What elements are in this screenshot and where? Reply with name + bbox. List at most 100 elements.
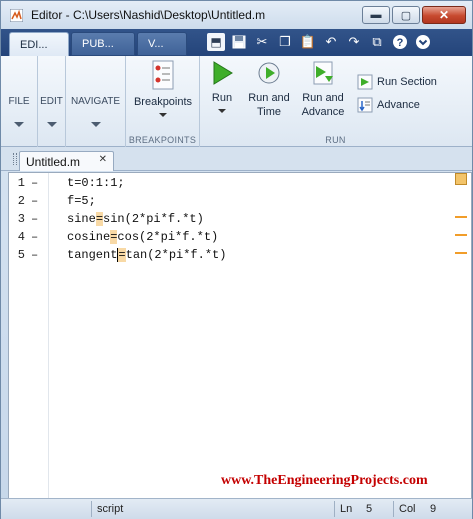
run-section-icon bbox=[357, 74, 373, 90]
code-text: cosine=cos(2*pi*f.*t) bbox=[67, 228, 218, 246]
warning-marker[interactable] bbox=[455, 252, 467, 254]
maximize-button[interactable]: ▢ bbox=[392, 6, 420, 24]
save-icon[interactable] bbox=[230, 33, 248, 51]
document-tab-label: Untitled.m bbox=[26, 154, 81, 169]
code-token: cosine bbox=[67, 230, 111, 244]
advance-button[interactable]: Advance bbox=[357, 97, 420, 113]
navigate-section[interactable]: NAVIGATE bbox=[66, 56, 126, 147]
run-and-advance-icon bbox=[313, 61, 333, 85]
options-icon[interactable] bbox=[414, 33, 432, 51]
cut-icon[interactable]: ✂ bbox=[253, 33, 271, 51]
close-icon[interactable]: ✕ bbox=[99, 154, 107, 165]
run-icon bbox=[213, 61, 233, 85]
copy-icon[interactable]: ❐ bbox=[276, 33, 294, 51]
run-and-time-label: Run and Time bbox=[248, 92, 290, 118]
run-section-button[interactable]: Run Section bbox=[357, 74, 437, 90]
matlab-icon bbox=[10, 9, 23, 22]
breakpoints-section: Breakpoints BREAKPOINTS bbox=[126, 56, 200, 147]
col-value: 9 bbox=[430, 503, 437, 515]
run-and-time-icon bbox=[258, 62, 280, 84]
warning-marker[interactable] bbox=[455, 234, 467, 236]
code-line[interactable]: 1 – t=0:1:1; bbox=[9, 174, 449, 192]
code-token: tangent bbox=[67, 248, 118, 262]
breakpoint-marker[interactable]: – bbox=[31, 174, 38, 192]
breakpoints-label: Breakpoints bbox=[133, 96, 193, 108]
line-label: Ln bbox=[334, 501, 360, 517]
run-section: Run Run and Time Run and Advance RUN bbox=[200, 56, 471, 147]
file-section[interactable]: FILE bbox=[1, 56, 38, 147]
run-and-time-button[interactable]: Run and Time bbox=[244, 60, 294, 119]
close-button[interactable]: ✕ bbox=[422, 6, 466, 24]
window-controls: ▬ ▢ ✕ bbox=[362, 6, 466, 24]
code-text: tangent=tan(2*pi*f.*t) bbox=[67, 246, 226, 264]
document-tab-strip: Untitled.m ✕ bbox=[1, 147, 472, 171]
run-and-advance-label: Run and Advance bbox=[301, 92, 345, 118]
quick-access-toolbar: ⬒ ✂ ❐ 📋 ↶ ↷ ⧉ ? bbox=[201, 31, 470, 53]
line-value: 5 bbox=[366, 503, 373, 515]
message-bar bbox=[451, 173, 471, 498]
code-line[interactable]: 2 – f=5; bbox=[9, 192, 449, 210]
code-editor[interactable]: 1 – t=0:1:1; 2 – f=5; 3 – sine=sin(2*pi*… bbox=[8, 172, 472, 499]
advance-icon bbox=[357, 97, 373, 113]
svg-text:?: ? bbox=[397, 37, 404, 49]
code-line[interactable]: 4 – cosine=cos(2*pi*f.*t) bbox=[9, 228, 449, 246]
run-section-label: RUN bbox=[325, 135, 346, 145]
code-token: tan(2*pi*f.*t) bbox=[125, 248, 227, 262]
undo-icon[interactable]: ↶ bbox=[322, 33, 340, 51]
code-token: sin(2*pi*f.*t) bbox=[103, 212, 204, 226]
paste-icon[interactable]: 📋 bbox=[299, 33, 317, 51]
run-section-label-text: Run Section bbox=[377, 76, 437, 88]
warning-highlight-cursor: = bbox=[117, 248, 126, 262]
chevron-down-icon bbox=[14, 122, 24, 127]
watermark: www.TheEngineeringProjects.com bbox=[221, 473, 428, 488]
run-button[interactable]: Run bbox=[202, 60, 242, 113]
warning-marker[interactable] bbox=[455, 216, 467, 218]
warning-highlight: = bbox=[95, 212, 104, 226]
tab-publish[interactable]: PUB... bbox=[71, 32, 135, 56]
breakpoint-marker[interactable]: – bbox=[31, 192, 38, 210]
file-label: FILE bbox=[8, 96, 30, 107]
code-line[interactable]: 3 – sine=sin(2*pi*f.*t) bbox=[9, 210, 449, 228]
title-bar[interactable]: Editor - C:\Users\Nashid\Desktop\Untitle… bbox=[1, 1, 472, 29]
tab-editor[interactable]: EDI... bbox=[9, 32, 69, 56]
help-icon[interactable]: ? bbox=[391, 33, 409, 51]
tab-view[interactable]: V... bbox=[137, 32, 187, 56]
line-number: 5 bbox=[17, 248, 25, 262]
status-bar: script Ln 5 Col 9 bbox=[1, 498, 472, 519]
ribbon: FILE EDIT NAVIGATE Breakpoints BREAKPOIN… bbox=[1, 56, 472, 147]
breakpoint-marker[interactable]: – bbox=[31, 228, 38, 246]
minimize-button[interactable]: ▬ bbox=[362, 6, 390, 24]
code-text: f=5; bbox=[67, 194, 96, 208]
redo-icon[interactable]: ↷ bbox=[345, 33, 363, 51]
edit-section[interactable]: EDIT bbox=[38, 56, 66, 147]
warning-status-icon[interactable] bbox=[455, 173, 467, 185]
advance-label: Advance bbox=[377, 99, 420, 111]
breakpoint-marker[interactable]: – bbox=[31, 210, 38, 228]
code-text: t=0:1:1; bbox=[67, 176, 125, 190]
editor-window: Editor - C:\Users\Nashid\Desktop\Untitle… bbox=[0, 0, 473, 519]
file-type: script bbox=[91, 501, 331, 517]
run-and-advance-button[interactable]: Run and Advance bbox=[296, 60, 350, 119]
code-line[interactable]: 5 – tangent=tan(2*pi*f.*t) bbox=[9, 246, 449, 264]
run-label: Run bbox=[211, 92, 233, 104]
breakpoints-button[interactable]: Breakpoints bbox=[126, 60, 200, 117]
chevron-down-icon bbox=[90, 122, 101, 127]
edit-label: EDIT bbox=[40, 96, 63, 107]
chevron-down-icon bbox=[218, 109, 226, 113]
code-text: sine=sin(2*pi*f.*t) bbox=[67, 210, 204, 228]
code-token: cos(2*pi*f.*t) bbox=[117, 230, 219, 244]
ribbon-tab-bar: EDI... PUB... V... ⬒ ✂ ❐ 📋 ↶ ↷ ⧉ ? bbox=[1, 29, 472, 56]
chevron-down-icon bbox=[46, 122, 57, 127]
document-tab[interactable]: Untitled.m ✕ bbox=[19, 151, 114, 171]
navigate-label: NAVIGATE bbox=[70, 96, 121, 107]
line-number: 3 bbox=[17, 212, 25, 226]
switch-windows-icon[interactable]: ⧉ bbox=[368, 33, 386, 51]
line-number: 4 bbox=[17, 230, 25, 244]
grip-icon[interactable] bbox=[13, 153, 17, 165]
breakpoints-section-label: BREAKPOINTS bbox=[128, 135, 197, 145]
breakpoint-marker[interactable]: – bbox=[31, 246, 38, 264]
window-title: Editor - C:\Users\Nashid\Desktop\Untitle… bbox=[31, 8, 266, 22]
undock-icon[interactable]: ⬒ bbox=[207, 33, 225, 51]
code-token: sine bbox=[67, 212, 96, 226]
chevron-down-icon bbox=[159, 113, 167, 117]
